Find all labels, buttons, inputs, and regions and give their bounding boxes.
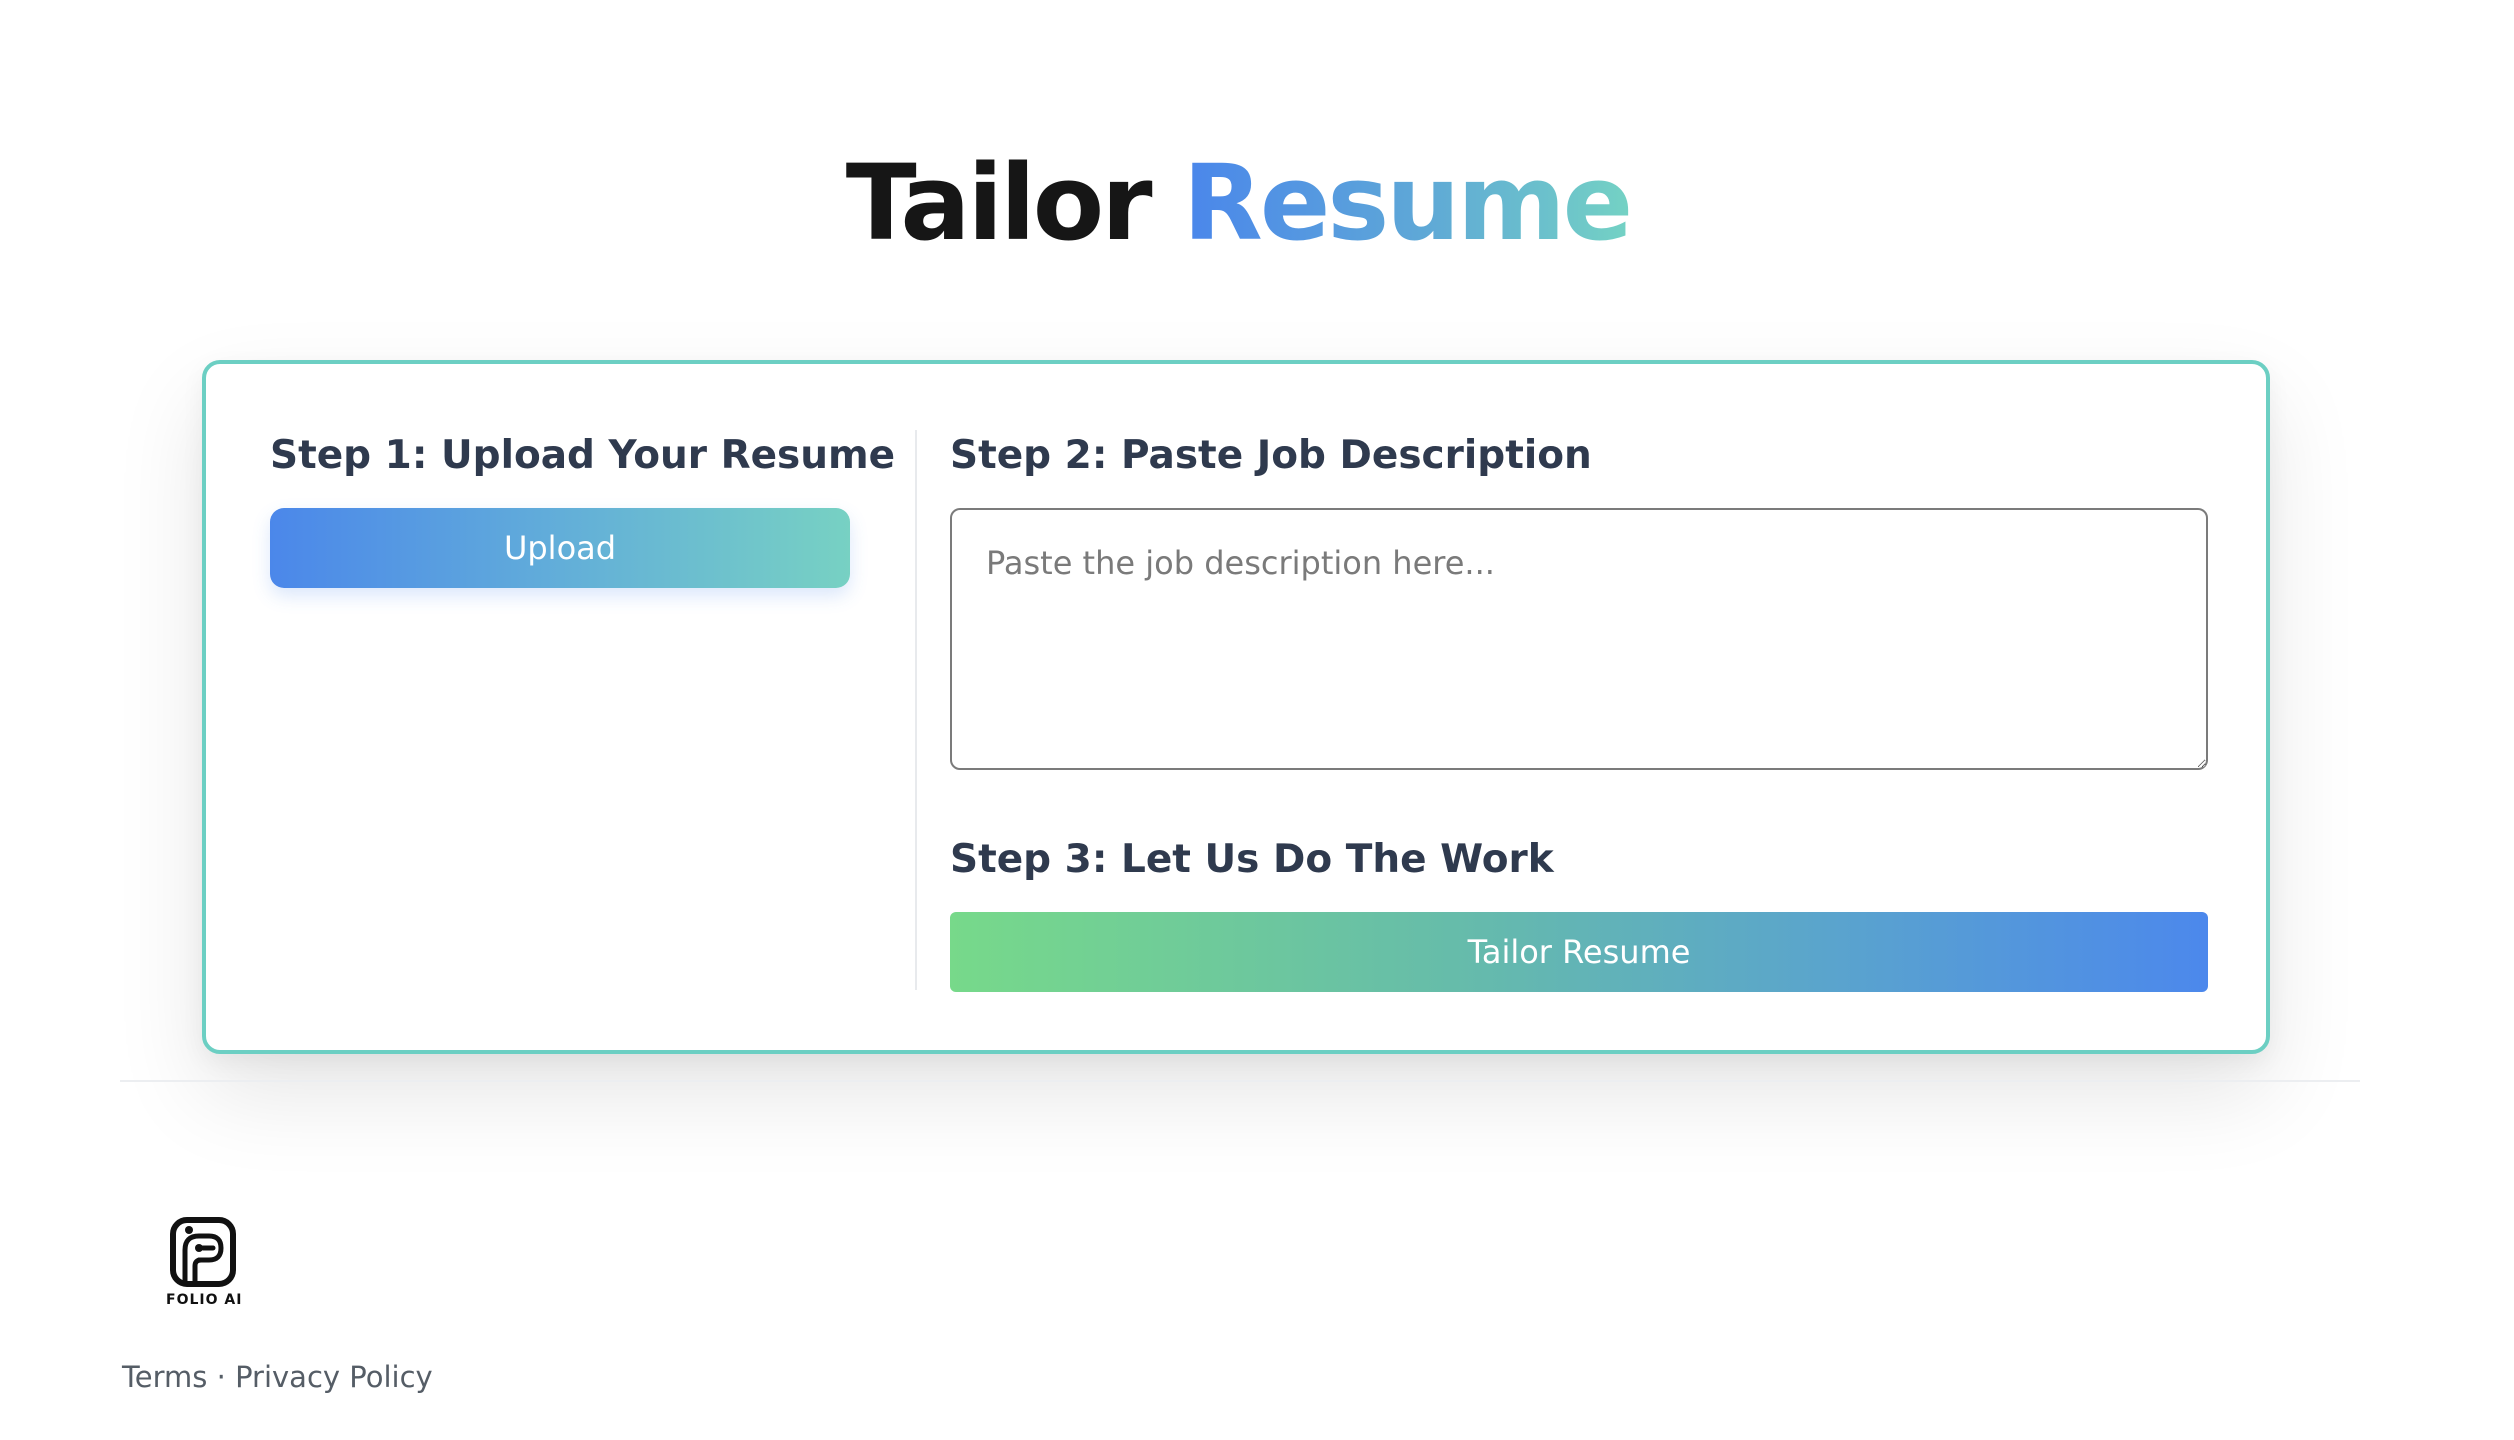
upload-button[interactable]: Upload	[270, 508, 850, 588]
step3-heading: Step 3: Let Us Do The Work	[950, 837, 1554, 882]
page-title-part-1: Tailor	[845, 142, 1153, 264]
folio-ai-logo-icon	[170, 1217, 236, 1287]
privacy-policy-link[interactable]: Privacy Policy	[235, 1360, 433, 1394]
column-divider	[915, 430, 917, 990]
terms-link[interactable]: Terms	[122, 1360, 207, 1394]
step1-heading: Step 1: Upload Your Resume	[270, 433, 896, 478]
page-title-part-2: Resume	[1182, 142, 1633, 264]
logo-text: FOLIO AI	[166, 1292, 243, 1308]
footer-links: Terms · Privacy Policy	[122, 1360, 433, 1394]
tailor-card: Step 1: Upload Your Resume Upload Step 2…	[202, 360, 2270, 1054]
tailor-resume-button[interactable]: Tailor Resume	[950, 912, 2208, 992]
page-title: Tailor Resume	[0, 138, 2476, 268]
job-description-textarea[interactable]	[950, 508, 2208, 770]
footer-divider	[120, 1080, 2360, 1082]
step2-heading: Step 2: Paste Job Description	[950, 433, 1592, 478]
folio-ai-logo[interactable]: FOLIO AI	[166, 1216, 243, 1308]
footer-separator: ·	[216, 1360, 226, 1394]
